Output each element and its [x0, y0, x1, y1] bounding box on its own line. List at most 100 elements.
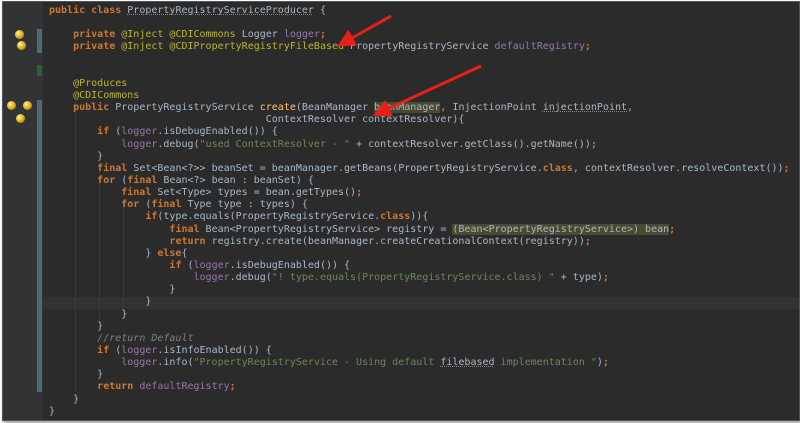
code-line[interactable] [49, 17, 790, 29]
code-line[interactable]: if (logger.isDebugEnabled()) { [49, 126, 790, 138]
code-token: if [97, 344, 116, 356]
code-token: for [121, 199, 146, 211]
code-line[interactable]: } [49, 406, 790, 418]
code-line[interactable]: } else{ [49, 248, 790, 260]
code-line[interactable]: if (logger.isInfoEnabled()) { [49, 345, 790, 357]
code-token: } [49, 308, 128, 320]
code-token: class [380, 211, 411, 223]
code-token: @CDICommons [73, 89, 140, 101]
code-token: { [313, 5, 326, 16]
injection-bean-icon[interactable] [16, 114, 25, 123]
code-line[interactable]: return defaultRegistry; [49, 381, 790, 393]
code-line[interactable]: return registry.create(beanManager.creat… [49, 236, 790, 248]
code-token: Bean<?> bean : beanSet) { [163, 174, 314, 186]
injection-bean-icon[interactable] [15, 30, 24, 39]
code-token: ; [356, 187, 363, 199]
code-token: defaultRegistry [139, 381, 230, 393]
code-line[interactable] [49, 66, 790, 78]
code-line[interactable]: logger.debug("! type.equals(PropertyRegi… [49, 272, 790, 284]
code-line[interactable]: } [49, 284, 790, 296]
code-line[interactable]: if(type.equals(PropertyRegistryService.c… [49, 211, 790, 223]
code-token: private [73, 41, 122, 53]
code-area[interactable]: public class PropertyRegistryServiceProd… [49, 5, 790, 418]
code-token: .debug( [157, 138, 200, 150]
added-marker[interactable] [37, 65, 42, 76]
change-marker[interactable] [37, 29, 42, 53]
code-token: Type type : types) { [187, 199, 308, 211]
code-token: .isInfoEnabled()) { [157, 344, 272, 356]
code-line[interactable]: } [49, 369, 790, 381]
code-token: PropertyRegistryServiceProducer [127, 5, 314, 16]
code-token: beanManager [374, 102, 441, 114]
code-line[interactable]: for (final Bean<?> bean : beanSet) { [49, 175, 790, 187]
code-token: } [49, 247, 158, 259]
code-line[interactable]: } [49, 296, 790, 308]
code-token: , [572, 162, 585, 174]
code-line[interactable]: private @Inject @CDICommons Logger logge… [49, 29, 790, 41]
code-line[interactable]: final Bean<PropertyRegistryService> regi… [49, 223, 790, 236]
code-line[interactable]: } [49, 309, 790, 321]
code-token: logger [193, 272, 230, 284]
editor-gutter [3, 2, 43, 420]
code-line[interactable]: } [49, 321, 790, 333]
code-line[interactable]: ContextResolver contextResolver){ [49, 114, 790, 126]
code-token: , [627, 102, 634, 114]
code-token: ; [602, 357, 609, 369]
code-line[interactable]: public class PropertyRegistryServiceProd… [49, 5, 790, 17]
code-token: ; [584, 41, 591, 53]
code-token: public class [49, 5, 128, 16]
code-line[interactable]: logger.debug("used ContextResolver - " +… [49, 139, 790, 151]
code-token: private [73, 29, 122, 41]
code-token: Logger [241, 29, 284, 41]
code-token: "PropertyRegistryService - Using default [193, 357, 441, 369]
code-token: } [49, 150, 104, 162]
injection-bean-icon[interactable] [23, 101, 32, 110]
code-token: logger [121, 138, 158, 150]
code-token: @Inject @CDIPropertyRegistryFileBased [121, 41, 351, 53]
code-line[interactable]: for (final Type type : types) { [49, 199, 790, 211]
code-token: .isDebugEnabled()) { [157, 126, 278, 138]
code-line[interactable]: private @Inject @CDIPropertyRegistryFile… [49, 41, 790, 53]
code-line[interactable]: @CDICommons [49, 90, 790, 102]
injection-bean-icon[interactable] [7, 101, 16, 110]
code-line[interactable]: final Set<Type> types = bean.getTypes(); [49, 187, 790, 199]
code-token: defaultRegistry [494, 41, 585, 53]
code-line[interactable]: } [49, 394, 790, 406]
code-token: ; [602, 272, 609, 284]
code-token: return [97, 381, 140, 393]
change-marker[interactable] [37, 100, 42, 392]
code-line[interactable]: final Set<Bean<?>> beanSet = beanManager… [49, 162, 789, 175]
code-token: PropertyRegistryService [350, 41, 495, 53]
code-line[interactable]: } [49, 151, 790, 163]
injection-bean-icon[interactable] [17, 41, 26, 50]
code-token: logger [121, 357, 158, 369]
code-line[interactable]: @Produces [49, 78, 790, 90]
code-line[interactable]: logger.info("PropertyRegistryService - U… [49, 357, 790, 369]
code-line[interactable]: if (logger.isDebugEnabled()) { [49, 260, 790, 272]
code-token: } [49, 369, 104, 381]
code-token: Set<Bean<?>> beanSet = beanManager.getBe… [133, 162, 543, 174]
code-token: "used ContextResolver - " [199, 138, 357, 150]
code-token: registry.create(beanManager.createCreati… [211, 235, 585, 247]
code-token: InjectionPoint [452, 102, 543, 114]
code-line[interactable]: //return Default [49, 333, 790, 345]
code-token: final [169, 223, 206, 235]
code-token: ; [590, 138, 597, 150]
code-token: ; [584, 235, 591, 247]
code-token: if [145, 211, 158, 223]
code-line[interactable] [49, 54, 790, 66]
code-line[interactable]: public PropertyRegistryService create(Be… [49, 102, 790, 114]
code-token: ContextResolver contextResolver){ [49, 114, 465, 126]
code-token: create [259, 102, 296, 114]
